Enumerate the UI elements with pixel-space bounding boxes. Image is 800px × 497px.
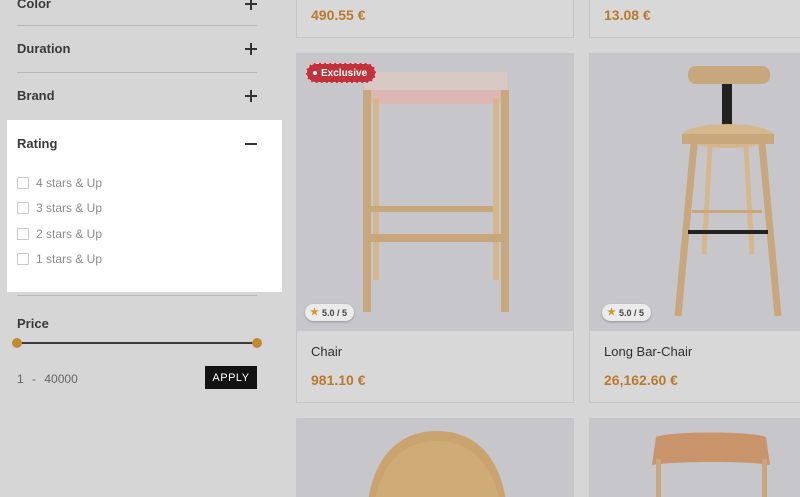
badge-dot [313, 71, 317, 75]
apply-button[interactable]: APPLY [205, 366, 257, 389]
filter-color[interactable]: Color [17, 0, 257, 27]
filter-rating-label: Rating [17, 136, 58, 151]
divider [17, 295, 257, 296]
checkbox[interactable] [17, 177, 29, 189]
filter-duration[interactable]: Duration [17, 25, 257, 72]
badge-label: Exclusive [321, 67, 368, 79]
product-price: 13.08 € [604, 7, 651, 23]
plus-icon[interactable] [245, 89, 257, 102]
filter-brand[interactable]: Brand [17, 72, 257, 119]
product-card[interactable] [589, 418, 800, 497]
product-price: 981.10 € [311, 372, 366, 388]
product-name[interactable]: Chair [311, 344, 342, 359]
filter-brand-label: Brand [17, 88, 55, 103]
price-slider-min-handle[interactable] [12, 338, 22, 348]
rating-option-4[interactable]: 4 stars & Up [17, 175, 102, 191]
product-price: 26,162.60 € [604, 372, 678, 388]
checkbox[interactable] [17, 228, 29, 240]
price-slider-max-handle[interactable] [252, 338, 262, 348]
product-card[interactable] [296, 418, 574, 497]
checkbox[interactable] [17, 253, 29, 265]
filter-rating-panel: Rating 4 stars & Up 3 stars & Up 2 stars… [7, 120, 282, 292]
rating-option-label: 3 stars & Up [36, 201, 103, 215]
plus-icon[interactable] [245, 0, 257, 10]
product-image[interactable] [297, 419, 573, 497]
stool-image [363, 72, 509, 312]
product-price: 490.55 € [311, 7, 366, 23]
bar-chair-image [674, 66, 782, 317]
rating-badge: ★ 5.0 / 5 [602, 304, 651, 321]
rating-option-label: 1 stars & Up [36, 252, 103, 266]
rating-option-label: 2 stars & Up [36, 227, 103, 241]
exclusive-badge: Exclusive [306, 63, 377, 83]
rating-value: 5.0 / 5 [321, 307, 347, 318]
rating-option-2[interactable]: 2 stars & Up [17, 226, 102, 242]
filter-price-label: Price [17, 316, 49, 331]
rating-option-3[interactable]: 3 stars & Up [17, 200, 102, 216]
filter-duration-label: Duration [17, 41, 71, 56]
rating-value: 5.0 / 5 [618, 307, 644, 318]
filter-sidebar: Color Duration Brand Rating 4 stars & Up… [0, 0, 290, 497]
rating-option-1[interactable]: 1 stars & Up [17, 251, 102, 267]
product-image[interactable]: Exclusive ★ 5.0 / 5 [297, 54, 573, 331]
shell-chair-image [368, 431, 506, 497]
filter-rating-header[interactable]: Rating [17, 120, 257, 167]
product-name[interactable]: Long Bar-Chair [604, 344, 692, 359]
filter-color-label: Color [17, 0, 51, 11]
star-icon: ★ [607, 307, 616, 318]
price-min-value: 1 [17, 372, 24, 386]
product-card[interactable]: Exclusive ★ 5.0 / 5 Chair 981.10 € [296, 53, 574, 403]
plus-icon[interactable] [245, 42, 257, 55]
star-icon: ★ [310, 307, 319, 318]
checkbox[interactable] [17, 202, 29, 214]
dining-chair-image [652, 432, 770, 497]
product-image[interactable]: ★ 5.0 / 5 [590, 54, 800, 331]
price-slider-track[interactable] [17, 342, 257, 344]
product-card[interactable]: 13.08 € [589, 0, 800, 38]
rating-badge: ★ 5.0 / 5 [305, 304, 354, 321]
price-range-text: 1 - 40000 [17, 372, 78, 386]
minus-icon[interactable] [245, 142, 257, 145]
product-card[interactable]: 490.55 € [296, 0, 574, 38]
rating-option-label: 4 stars & Up [36, 176, 103, 190]
product-card[interactable]: ★ 5.0 / 5 Long Bar-Chair 26,162.60 € [589, 53, 800, 403]
price-range-separator: - [32, 372, 37, 386]
product-image[interactable] [590, 419, 800, 497]
price-max-value: 40000 [44, 372, 78, 386]
